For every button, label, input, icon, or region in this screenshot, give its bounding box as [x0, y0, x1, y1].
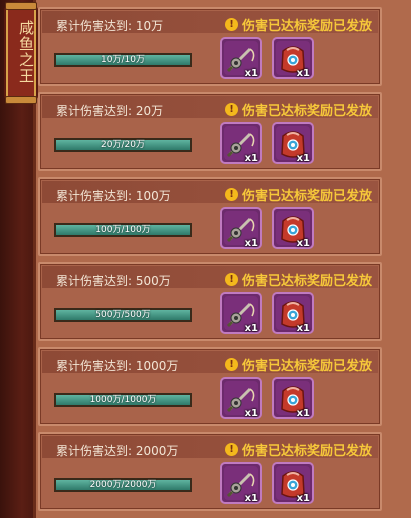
progress-bar: 500万/500万 — [54, 308, 192, 322]
reward-item-red-bag[interactable]: x1 — [272, 122, 314, 164]
progress-text: 1000万/1000万 — [89, 395, 157, 405]
status-text: ! 伤害已达标奖励已发放 — [224, 355, 372, 374]
reward-qty: x1 — [296, 238, 310, 249]
status-label: 伤害已达标奖励已发放 — [241, 444, 372, 459]
side-tag-label: 咸鱼之王 — [17, 20, 35, 84]
info-icon: ! — [224, 273, 238, 286]
progress-bar: 1000万/1000万 — [54, 393, 192, 407]
progress-text: 10万/10万 — [101, 55, 145, 65]
status-text: ! 伤害已达标奖励已发放 — [224, 15, 372, 34]
progress-bar: 20万/20万 — [54, 138, 192, 152]
tag-cap-top — [5, 2, 37, 10]
tag-cap-bottom — [5, 96, 37, 104]
info-icon: ! — [224, 358, 238, 371]
progress-bar: 2000万/2000万 — [54, 478, 192, 492]
reward-qty: x1 — [296, 323, 310, 334]
reward-row: 累计伤害达到: 1000万 ! 伤害已达标奖励已发放 1000万/1000万 x… — [38, 347, 382, 426]
status-text: ! 伤害已达标奖励已发放 — [224, 270, 372, 289]
reward-qty: x1 — [296, 153, 310, 164]
reward-qty: x1 — [244, 408, 258, 419]
reward-item-fishing-rod[interactable]: x1 — [220, 37, 262, 79]
reward-item-fishing-rod[interactable]: x1 — [220, 122, 262, 164]
status-text: ! 伤害已达标奖励已发放 — [224, 440, 372, 459]
reward-row: 累计伤害达到: 2000万 ! 伤害已达标奖励已发放 2000万/2000万 x… — [38, 432, 382, 511]
reward-row: 累计伤害达到: 10万 ! 伤害已达标奖励已发放 10万/10万 x1 x1 — [38, 7, 382, 86]
reward-item-fishing-rod[interactable]: x1 — [220, 292, 262, 334]
reward-item-fishing-rod[interactable]: x1 — [220, 377, 262, 419]
reward-item-red-bag[interactable]: x1 — [272, 292, 314, 334]
status-label: 伤害已达标奖励已发放 — [241, 104, 372, 119]
progress-text: 500万/500万 — [95, 310, 151, 320]
requirement-text: 累计伤害达到: 20万 — [56, 104, 164, 118]
status-label: 伤害已达标奖励已发放 — [241, 274, 372, 289]
progress-text: 20万/20万 — [101, 140, 145, 150]
reward-row: 累计伤害达到: 100万 ! 伤害已达标奖励已发放 100万/100万 x1 x… — [38, 177, 382, 256]
reward-item-fishing-rod[interactable]: x1 — [220, 462, 262, 504]
status-text: ! 伤害已达标奖励已发放 — [224, 185, 372, 204]
status-text: ! 伤害已达标奖励已发放 — [224, 100, 372, 119]
progress-text: 2000万/2000万 — [89, 480, 157, 490]
status-label: 伤害已达标奖励已发放 — [241, 359, 372, 374]
reward-item-fishing-rod[interactable]: x1 — [220, 207, 262, 249]
reward-row: 累计伤害达到: 500万 ! 伤害已达标奖励已发放 500万/500万 x1 x… — [38, 262, 382, 341]
reward-row: 累计伤害达到: 20万 ! 伤害已达标奖励已发放 20万/20万 x1 x1 — [38, 92, 382, 171]
reward-qty: x1 — [296, 68, 310, 79]
progress-bar: 10万/10万 — [54, 53, 192, 67]
reward-item-red-bag[interactable]: x1 — [272, 37, 314, 79]
reward-qty: x1 — [244, 493, 258, 504]
info-icon: ! — [224, 18, 238, 31]
reward-item-red-bag[interactable]: x1 — [272, 377, 314, 419]
reward-qty: x1 — [244, 153, 258, 164]
requirement-text: 累计伤害达到: 500万 — [56, 274, 171, 288]
info-icon: ! — [224, 103, 238, 116]
status-label: 伤害已达标奖励已发放 — [241, 189, 372, 204]
requirement-text: 累计伤害达到: 2000万 — [56, 444, 179, 458]
requirement-text: 累计伤害达到: 1000万 — [56, 359, 179, 373]
requirement-text: 累计伤害达到: 100万 — [56, 189, 171, 203]
reward-qty: x1 — [244, 323, 258, 334]
progress-text: 100万/100万 — [95, 225, 151, 235]
reward-item-red-bag[interactable]: x1 — [272, 207, 314, 249]
progress-bar: 100万/100万 — [54, 223, 192, 237]
reward-qty: x1 — [296, 493, 310, 504]
side-tag[interactable]: 咸鱼之王 — [5, 2, 37, 104]
reward-item-red-bag[interactable]: x1 — [272, 462, 314, 504]
reward-qty: x1 — [296, 408, 310, 419]
info-icon: ! — [224, 188, 238, 201]
reward-qty: x1 — [244, 68, 258, 79]
status-label: 伤害已达标奖励已发放 — [241, 19, 372, 34]
requirement-text: 累计伤害达到: 10万 — [56, 19, 164, 33]
info-icon: ! — [224, 443, 238, 456]
reward-qty: x1 — [244, 238, 258, 249]
